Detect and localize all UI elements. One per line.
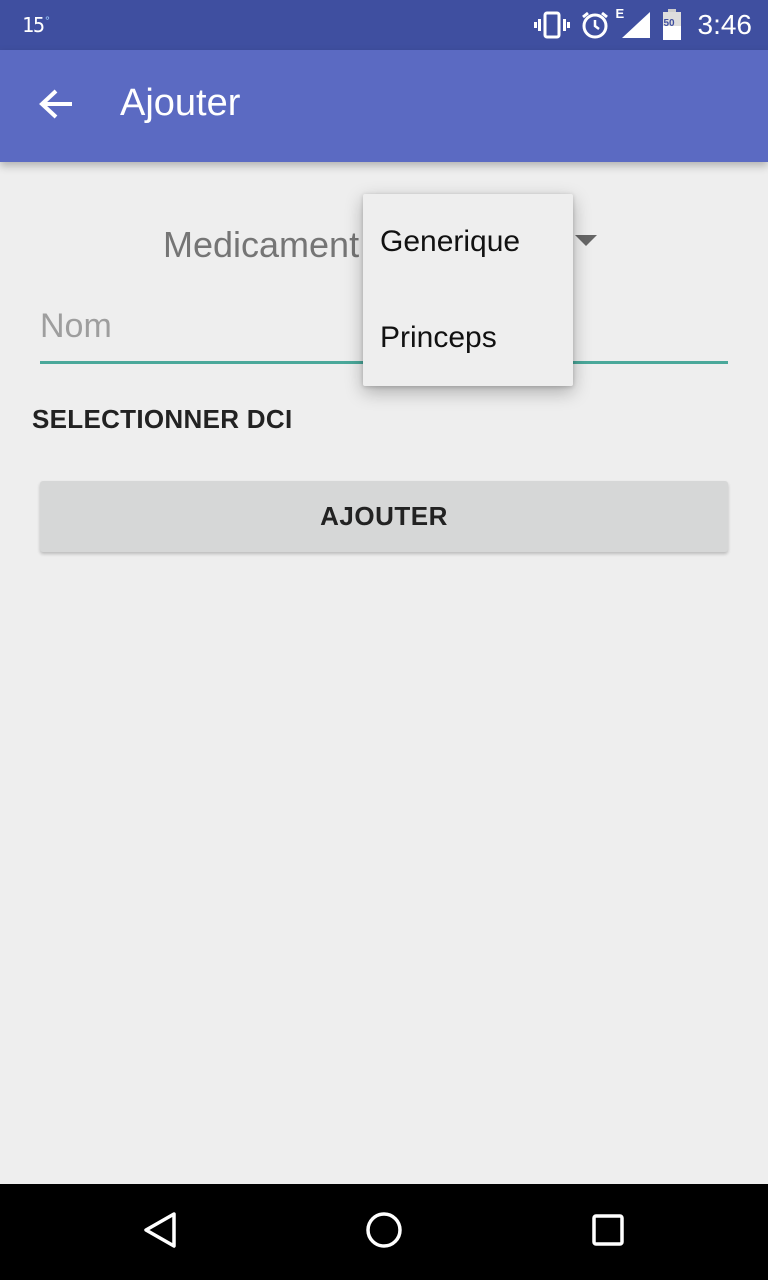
select-dci-button[interactable]: SELECTIONNER DCI [32,404,292,435]
temperature-unit: ° [44,14,51,28]
dropdown-option-generique[interactable]: Generique [363,194,573,290]
back-triangle-icon [140,1210,180,1255]
status-icons: E 50 3:46 [533,6,753,42]
system-nav-bar [0,1184,768,1280]
page-title: Ajouter [120,82,241,124]
temperature-indicator: 15° [22,13,51,37]
back-button[interactable] [24,74,88,138]
home-circle-icon [364,1210,404,1255]
battery-icon: 50 [662,9,682,41]
status-bar: 15° E 50 3:46 [0,0,768,50]
temperature-value: 15 [22,13,45,37]
nav-home-button[interactable] [360,1208,408,1256]
arrow-back-icon [38,88,74,125]
dropdown-arrow-icon [575,235,597,246]
recents-square-icon [588,1210,628,1255]
nav-back-button[interactable] [136,1208,184,1256]
spinner-selected-value: Medicament [163,224,360,265]
vibrate-icon [533,10,570,40]
clock-time: 3:46 [697,9,753,40]
battery-level: 50 [663,18,675,29]
alarm-icon [580,10,610,40]
app-bar: Ajouter [0,50,768,162]
signal-icon: E [616,6,652,40]
dropdown-option-princeps[interactable]: Princeps [363,290,573,386]
nav-recents-button[interactable] [584,1208,632,1256]
add-button[interactable]: AJOUTER [40,481,728,552]
spinner-dropdown-menu: Generique Princeps [363,194,573,386]
network-type-label: E [615,6,625,21]
